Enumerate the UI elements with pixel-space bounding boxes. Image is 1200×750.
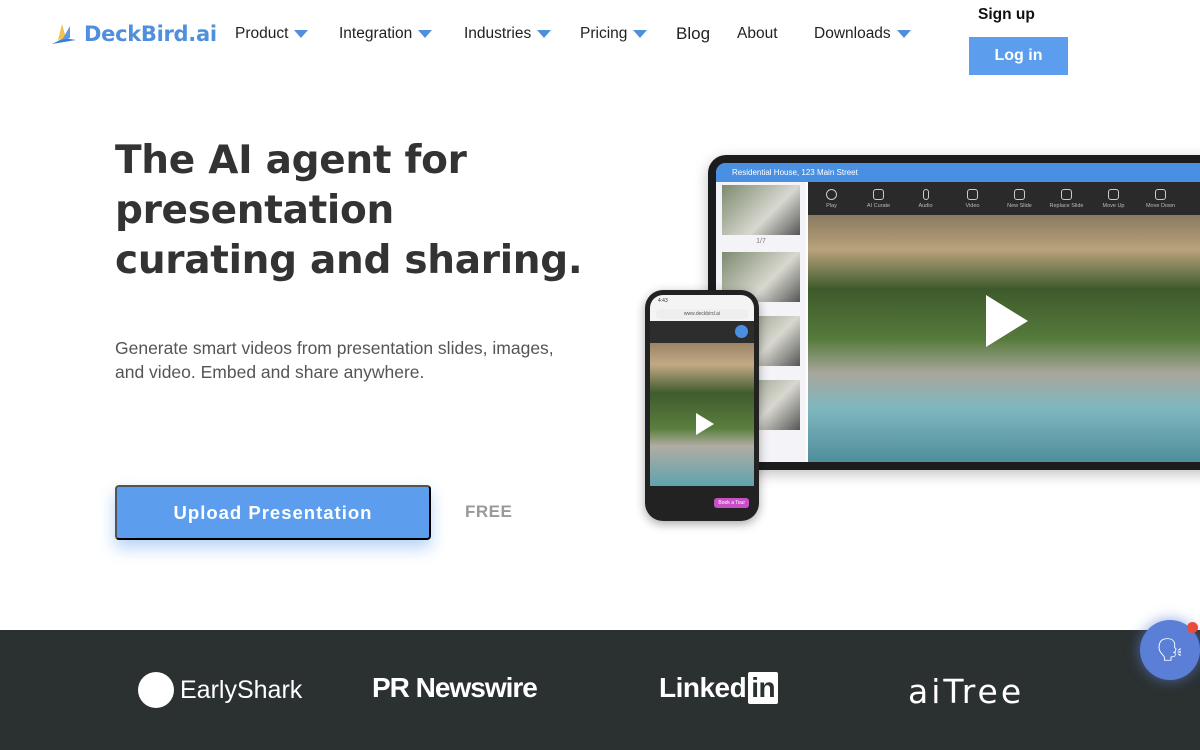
chevron-down-icon (1155, 188, 1166, 200)
play-icon (696, 413, 714, 435)
caret-down-icon (294, 30, 309, 38)
new-slide-icon (1014, 188, 1025, 200)
phone-video (650, 343, 754, 486)
tablet-mockup: Residential House, 123 Main Street 1/7 P… (708, 155, 1200, 470)
video-preview (808, 215, 1200, 462)
hero-title-line: The AI agent for (115, 138, 467, 183)
ai-curate-icon (873, 188, 884, 200)
brand-name: Linked (659, 672, 747, 703)
caret-down-icon (896, 30, 911, 38)
phone-mockup: 4:43 www.deckbird.ai Book a Tour (645, 290, 759, 521)
replace-slide-icon (1061, 188, 1072, 200)
tool-label: Play (826, 202, 837, 209)
brand-name: aiTree (908, 672, 1025, 711)
nav-label: About (737, 25, 778, 42)
earlyshark-logo-icon (138, 672, 174, 708)
tablet-screen: Residential House, 123 Main Street 1/7 P… (716, 163, 1200, 462)
hero-subtitle-line: Generate smart videos from presentation … (115, 338, 554, 358)
logo[interactable]: DeckBird.ai (50, 22, 217, 46)
tool-move-up: Move Up (1090, 182, 1137, 215)
editor-toolbar: Play AI Curate Audio Video New Slide Rep… (808, 182, 1200, 215)
nav-label: Blog (676, 24, 711, 43)
tool-label: Video (965, 202, 980, 209)
nav-downloads[interactable]: Downloads (814, 25, 911, 43)
hero-subtitle-line: and video. Embed and share anywhere. (115, 361, 425, 382)
brand-name: PR Newswire (372, 672, 538, 703)
chevron-up-icon (1108, 188, 1119, 200)
hero-subtitle: Generate smart videos from presentation … (115, 337, 635, 384)
tool-move-down: Move Down (1137, 182, 1184, 215)
tool-audio: Audio (902, 182, 949, 215)
free-label: FREE (465, 502, 513, 521)
hero-title-line: presentation (115, 188, 394, 233)
hero-title-line: curating and sharing. (115, 238, 583, 283)
tool-play: Play (808, 182, 855, 215)
tool-label: Move Down (1145, 202, 1176, 209)
nav-label: Product (235, 25, 289, 42)
phone-url: www.deckbird.ai (656, 309, 748, 319)
caret-down-icon (633, 30, 648, 38)
hero-title: The AI agent for presentation curating a… (115, 136, 635, 286)
upload-presentation-button[interactable]: Upload Presentation (115, 485, 431, 540)
microphone-icon (922, 188, 929, 200)
caret-down-icon (537, 30, 552, 38)
phone-agent-bar (650, 321, 754, 343)
presentation-title: Residential House, 123 Main Street (732, 168, 858, 177)
tool-label: Audio (918, 202, 933, 209)
caret-down-icon (418, 30, 433, 38)
tool-label: Replace Slide (1049, 202, 1084, 209)
slide-thumbnail (722, 185, 800, 235)
share-icon (735, 325, 748, 338)
bird-logo-icon (52, 24, 76, 44)
notification-dot (1187, 622, 1198, 633)
slide-counter: 1/7 (756, 238, 766, 245)
play-icon (986, 295, 1028, 347)
nav-blog[interactable]: Blog (676, 24, 710, 44)
tool-video: Video (949, 182, 996, 215)
tool-label: AI Curate (866, 202, 891, 209)
tool-ai-curate: AI Curate (855, 182, 902, 215)
tool-new-slide: New Slide (996, 182, 1043, 215)
nav-label: Pricing (580, 25, 628, 42)
voice-speaking-icon: 🗣 (1156, 637, 1184, 662)
nav-label: Integration (339, 25, 413, 42)
logo-text: DeckBird.ai (84, 22, 217, 46)
brand-earlyshark: EarlyShark (138, 672, 302, 708)
nav-industries[interactable]: Industries (464, 25, 552, 43)
phone-time: 4:43 (658, 298, 668, 304)
press-footer: EarlyShark PR Newswire Linked in aiTree (0, 630, 1200, 750)
nav-about[interactable]: About (737, 25, 778, 43)
tool-label: New Slide (1007, 202, 1032, 209)
signup-link[interactable]: Sign up (978, 6, 1035, 24)
tool-label: Move Up (1102, 202, 1125, 209)
book-tour-button: Book a Tour (714, 498, 749, 508)
video-icon (967, 188, 978, 200)
nav-label: Downloads (814, 25, 891, 42)
brand-name: EarlyShark (180, 675, 303, 704)
linkedin-in-icon: in (748, 672, 779, 704)
nav-pricing[interactable]: Pricing (580, 25, 648, 43)
play-icon (826, 188, 837, 200)
tablet-title-bar: Residential House, 123 Main Street (716, 163, 1200, 182)
brand-aitree: aiTree (908, 672, 1024, 711)
brand-prnewswire: PR Newswire (372, 672, 538, 704)
brand-linkedin: Linked in (659, 672, 779, 704)
nav-integration[interactable]: Integration (339, 25, 433, 43)
login-button[interactable]: Log in (969, 37, 1068, 75)
phone-screen: 4:43 www.deckbird.ai Book a Tour (650, 295, 754, 516)
tool-replace-slide: Replace Slide (1043, 182, 1090, 215)
nav-label: Industries (464, 25, 532, 42)
nav-product[interactable]: Product (235, 25, 309, 43)
